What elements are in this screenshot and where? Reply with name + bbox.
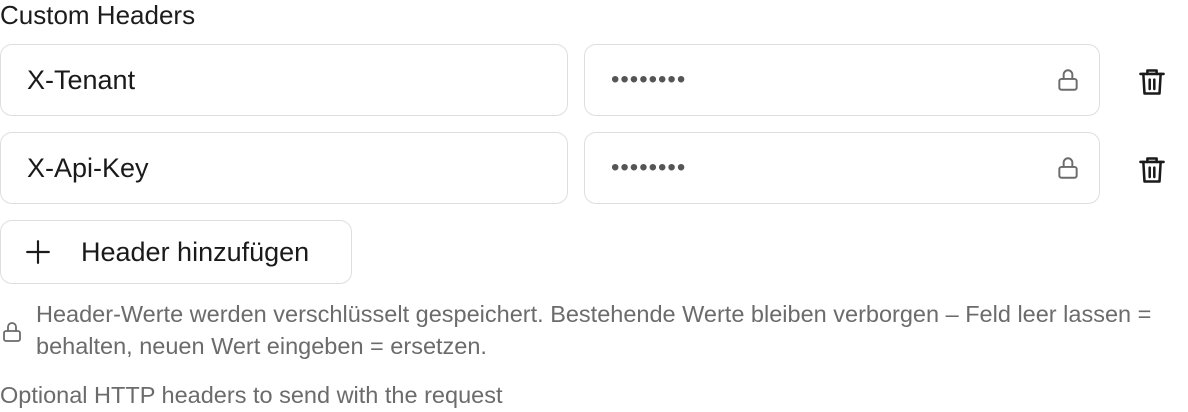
header-row (0, 44, 1188, 116)
header-value-field (584, 44, 1100, 116)
add-header-button[interactable]: Header hinzufügen (0, 220, 352, 284)
trash-icon (1139, 157, 1165, 183)
header-value-input[interactable] (585, 133, 1077, 202)
lock-icon (1058, 69, 1078, 91)
lock-icon (1058, 157, 1078, 179)
header-name-input[interactable] (0, 44, 568, 116)
section-title: Custom Headers (0, 0, 196, 30)
delete-header-button[interactable] (1132, 150, 1172, 190)
add-header-label: Header hinzufügen (81, 236, 310, 267)
header-value-field (584, 132, 1100, 204)
lock-icon (3, 322, 21, 342)
help-text: Optional HTTP headers to send with the r… (0, 382, 503, 408)
delete-header-button[interactable] (1132, 62, 1172, 102)
encryption-note-text: Header-Werte werden verschlüsselt gespei… (36, 301, 1152, 359)
encryption-note: Header-Werte werden verschlüsselt gespei… (0, 298, 1188, 368)
trash-icon (1139, 69, 1165, 95)
header-value-input[interactable] (585, 45, 1077, 114)
plus-icon (26, 240, 50, 264)
header-name-input[interactable] (0, 132, 568, 204)
header-row (0, 132, 1188, 204)
